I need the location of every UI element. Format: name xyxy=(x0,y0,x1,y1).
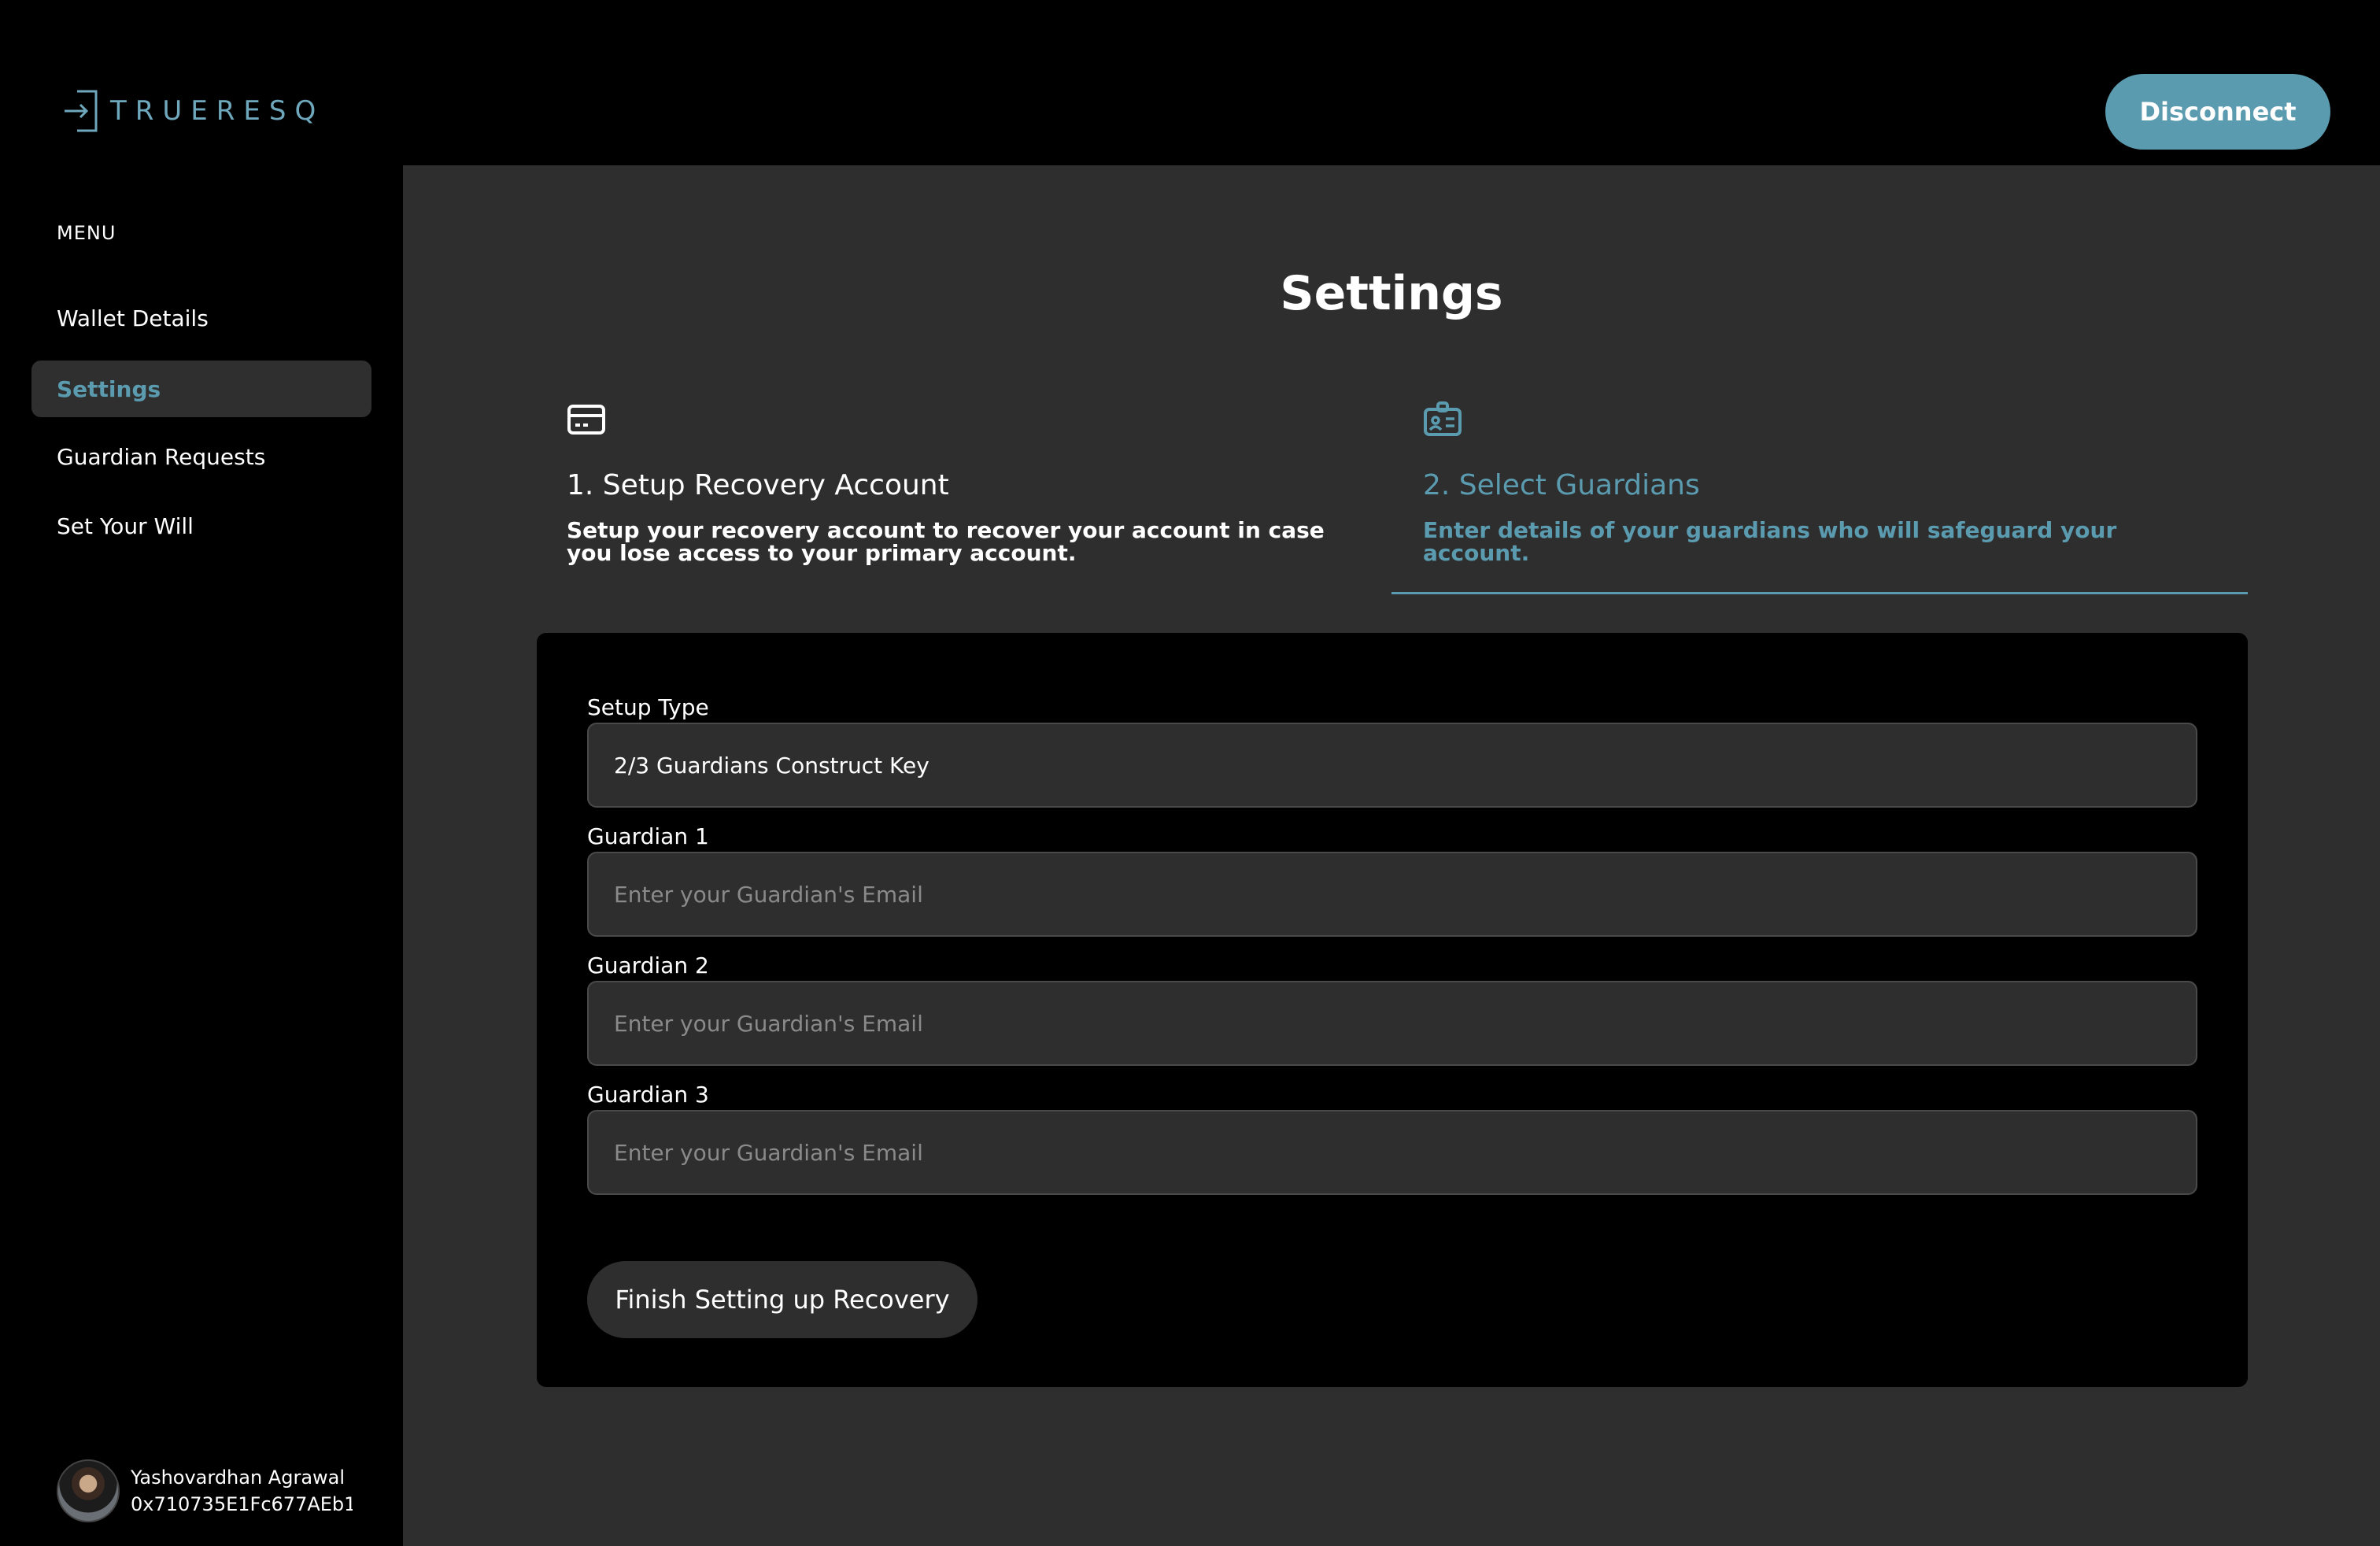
credit-card-icon xyxy=(567,401,1354,441)
guardian-1-email-input[interactable] xyxy=(587,852,2197,937)
sidebar-item-guardian-requests[interactable]: Guardian Requests xyxy=(31,428,371,485)
guardian-3-label: Guardian 3 xyxy=(587,1082,709,1108)
user-profile[interactable]: Yashovardhan Agrawal 0x710735E1Fc677AEb1… xyxy=(57,1459,353,1522)
logo-text: TRUERESQ xyxy=(110,95,325,127)
login-arrow-icon xyxy=(65,90,98,132)
recovery-form: Setup Type 2/3 Guardians Construct Key G… xyxy=(537,633,2248,1387)
step-select-guardians[interactable]: 2. Select Guardians Enter details of you… xyxy=(1423,401,2226,565)
guardian-3-email-input[interactable] xyxy=(587,1110,2197,1195)
header: TRUERESQ Disconnect xyxy=(0,0,2380,165)
active-step-indicator xyxy=(1391,592,2248,594)
step-description: Enter details of your guardians who will… xyxy=(1423,517,2117,567)
step-title: 1. Setup Recovery Account xyxy=(567,469,949,501)
sidebar-item-set-your-will[interactable]: Set Your Will xyxy=(31,497,371,554)
main-content: Settings 1. Setup Recovery Account Setup… xyxy=(403,165,2380,1546)
wallet-address: 0x710735E1Fc677AEb1DD xyxy=(131,1493,353,1515)
user-name: Yashovardhan Agrawal xyxy=(131,1466,346,1489)
page-title: Settings xyxy=(1280,266,1503,321)
guardian-2-email-input[interactable] xyxy=(587,981,2197,1066)
avatar xyxy=(57,1459,120,1522)
sidebar-item-settings[interactable]: Settings xyxy=(31,361,371,417)
guardian-2-label: Guardian 2 xyxy=(587,952,709,978)
setup-type-label: Setup Type xyxy=(587,694,709,720)
step-title: 2. Select Guardians xyxy=(1423,469,1700,501)
finish-recovery-button[interactable]: Finish Setting up Recovery xyxy=(587,1261,978,1338)
guardian-1-label: Guardian 1 xyxy=(587,823,709,849)
sidebar: MENU Wallet Details Settings Guardian Re… xyxy=(0,165,403,1546)
menu-heading: MENU xyxy=(57,222,116,244)
step-description: Setup your recovery account to recover y… xyxy=(567,517,1325,567)
disconnect-button[interactable]: Disconnect xyxy=(2105,74,2330,150)
step-setup-recovery[interactable]: 1. Setup Recovery Account Setup your rec… xyxy=(567,401,1354,565)
user-info: Yashovardhan Agrawal 0x710735E1Fc677AEb1… xyxy=(131,1466,353,1515)
logo[interactable]: TRUERESQ xyxy=(63,88,324,134)
app-root: TRUERESQ Disconnect MENU Wallet Details … xyxy=(0,0,2380,1546)
sidebar-item-wallet-details[interactable]: Wallet Details xyxy=(31,290,371,346)
id-badge-icon xyxy=(1423,401,2226,441)
setup-type-select[interactable]: 2/3 Guardians Construct Key xyxy=(587,723,2197,808)
